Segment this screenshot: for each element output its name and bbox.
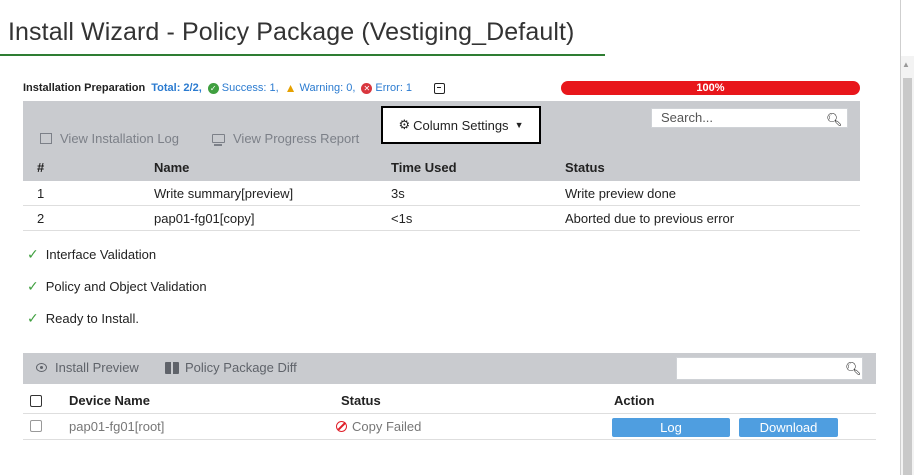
eye-icon xyxy=(36,363,47,372)
diff-icon xyxy=(165,361,179,374)
download-button[interactable]: Download xyxy=(739,418,838,437)
prohibited-icon xyxy=(336,421,347,432)
column-settings-label: Column Settings xyxy=(413,117,509,133)
row-checkbox[interactable] xyxy=(30,420,42,432)
results-table-header: # Name Time Used Status xyxy=(23,154,860,181)
progress-bar: 100% xyxy=(561,81,860,95)
total-count: Total: 2/2, xyxy=(151,82,202,94)
row-name: Write summary[preview] xyxy=(154,186,294,201)
table-row[interactable]: 2 pap01-fg01[copy] <1s Aborted due to pr… xyxy=(23,206,860,231)
row-number: 1 xyxy=(37,186,45,201)
policy-diff-label: Policy Package Diff xyxy=(185,360,297,375)
install-preview-button[interactable]: Install Preview xyxy=(36,360,139,375)
validation-label: Ready to Install. xyxy=(45,311,139,326)
validation-item: ✓ Ready to Install. xyxy=(27,310,139,327)
gear-icon: ⚙ xyxy=(398,117,411,132)
collapse-icon[interactable] xyxy=(434,82,446,94)
checkmark-icon: ✓ xyxy=(27,278,39,294)
checkmark-icon: ✓ xyxy=(27,310,39,326)
device-name: pap01-fg01[root] xyxy=(69,419,165,434)
select-all-checkbox[interactable] xyxy=(30,395,42,407)
installation-preparation-summary: Installation Preparation Total: 2/2, ✓ Su… xyxy=(23,81,446,95)
success-check-icon: ✓ xyxy=(207,82,219,94)
validation-label: Policy and Object Validation xyxy=(45,279,207,294)
device-status-label: Copy Failed xyxy=(352,419,422,434)
warning-count: Warning: 0, xyxy=(299,82,356,94)
row-status: Aborted due to previous error xyxy=(565,211,735,226)
scrollbar-thumb[interactable] xyxy=(903,78,912,475)
search-input[interactable]: Search... xyxy=(651,108,848,128)
row-name: pap01-fg01[copy] xyxy=(154,211,255,226)
log-icon xyxy=(40,133,52,144)
monitor-icon xyxy=(212,134,225,146)
device-table-header: Device Name Status Action xyxy=(23,389,876,414)
row-time: <1s xyxy=(391,211,413,226)
view-report-label: View Progress Report xyxy=(233,131,360,146)
error-count: Error: 1 xyxy=(375,82,413,94)
chevron-down-icon: ▼ xyxy=(514,120,524,130)
policy-package-diff-button[interactable]: Policy Package Diff xyxy=(165,360,297,375)
search-icon[interactable]: 🔍︎ xyxy=(845,361,862,377)
device-status: Copy Failed xyxy=(336,419,421,434)
col-name[interactable]: Name xyxy=(154,160,189,175)
title-underline xyxy=(0,54,605,56)
page-title: Install Wizard - Policy Package (Vestigi… xyxy=(8,18,575,46)
warning-triangle-icon: ▲ xyxy=(284,81,297,95)
device-search-input[interactable] xyxy=(676,357,863,380)
row-number: 2 xyxy=(37,211,45,226)
search-icon[interactable]: 🔍︎ xyxy=(826,112,843,128)
view-progress-report-button[interactable]: View Progress Report xyxy=(212,131,359,146)
view-log-label: View Installation Log xyxy=(60,131,180,146)
table-row[interactable]: 1 Write summary[preview] 3s Write previe… xyxy=(23,181,860,206)
error-x-icon: ✕ xyxy=(361,82,373,94)
col-status[interactable]: Status xyxy=(565,160,605,175)
validation-item: ✓ Interface Validation xyxy=(27,246,156,263)
col-number[interactable]: # xyxy=(37,160,44,175)
row-time: 3s xyxy=(391,186,405,201)
validation-item: ✓ Policy and Object Validation xyxy=(27,278,207,295)
warning-stat: ▲ Warning: 0, xyxy=(285,81,356,95)
view-installation-log-button[interactable]: View Installation Log xyxy=(40,131,179,146)
success-stat: ✓ Success: 1, xyxy=(207,82,279,94)
col-device-name[interactable]: Device Name xyxy=(69,393,150,408)
success-count: Success: 1, xyxy=(221,82,279,94)
column-settings-dropdown[interactable]: ⚙ Column Settings ▼ xyxy=(381,106,541,144)
checkmark-icon: ✓ xyxy=(27,246,39,262)
row-status: Write preview done xyxy=(565,186,677,201)
log-button[interactable]: Log xyxy=(612,418,730,437)
col-device-status[interactable]: Status xyxy=(341,393,381,408)
error-stat: ✕ Error: 1 xyxy=(361,82,412,94)
install-preview-label: Install Preview xyxy=(55,360,139,375)
col-action[interactable]: Action xyxy=(614,393,654,408)
prep-title: Installation Preparation xyxy=(23,82,146,94)
validation-label: Interface Validation xyxy=(45,247,157,262)
col-time-used[interactable]: Time Used xyxy=(391,160,457,175)
scroll-up-arrow-icon[interactable]: ▲ xyxy=(902,60,910,69)
